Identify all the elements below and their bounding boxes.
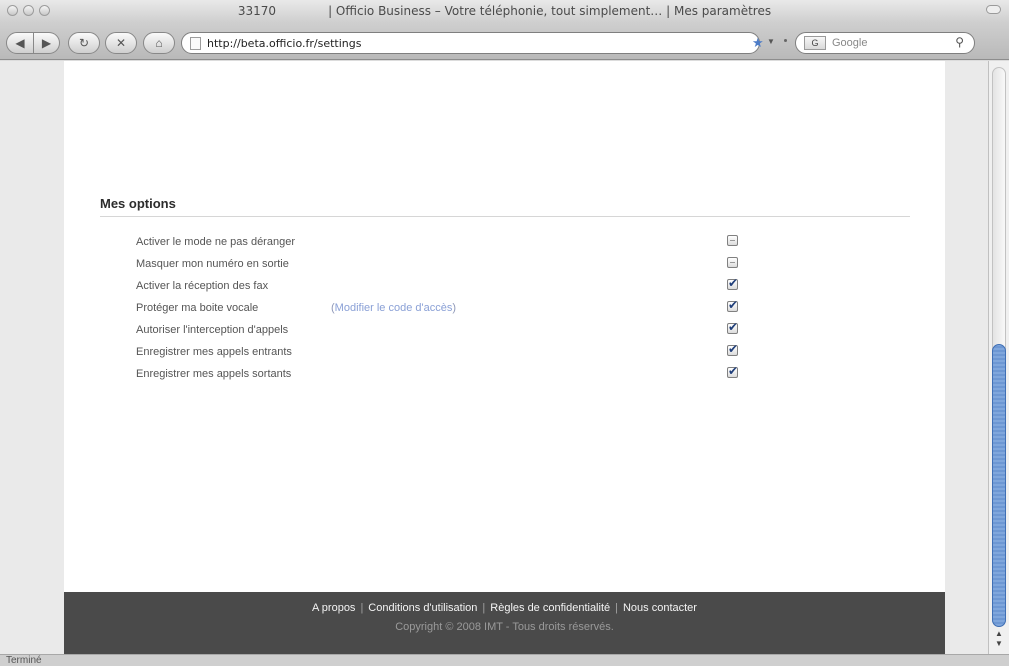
scrollbar-thumb[interactable] (992, 344, 1006, 627)
option-label: Autoriser l'interception d'appels (136, 324, 289, 336)
option-row: Protéger ma boite vocale (Modifier le co… (136, 298, 756, 319)
option-label: Enregistrer mes appels sortants (136, 368, 292, 380)
option-row: Masquer mon numéro en sortie (136, 255, 756, 275)
reload-button[interactable]: ↻ (68, 32, 100, 54)
footer-link-privacy[interactable]: Règles de confidentialité (490, 602, 610, 614)
option-label: Enregistrer mes appels entrants (136, 346, 292, 358)
footer-separator: | (615, 602, 618, 614)
stop-button[interactable]: ✕ (105, 32, 137, 54)
stop-icon: ✕ (115, 36, 127, 50)
address-bar[interactable]: http://beta.officio.fr/settings (181, 32, 760, 54)
scroll-down-arrow-icon[interactable]: ▼ (995, 639, 1003, 648)
window-title: 33170 | Officio Business – Votre téléphon… (0, 4, 1009, 18)
vertical-scrollbar[interactable]: ▲ ▼ (988, 61, 1009, 654)
footer-links: A propos | Conditions d'utilisation | Règles… (64, 602, 945, 614)
separator-dot (784, 39, 787, 42)
scroll-up-arrow-icon[interactable]: ▲ (995, 629, 1003, 638)
chevron-down-icon[interactable]: ▼ (767, 37, 775, 46)
option-checkbox[interactable] (727, 364, 738, 378)
home-icon: ⌂ (155, 36, 163, 50)
back-button[interactable]: ◀ (6, 32, 34, 54)
option-label: Activer le mode ne pas déranger (136, 236, 295, 248)
change-access-code-link[interactable]: Modifier le code d'accès (335, 302, 453, 314)
option-label: Protéger ma boite vocale (136, 302, 259, 314)
option-checkbox[interactable] (727, 276, 738, 290)
browser-window: 33170 | Officio Business – Votre téléphon… (0, 0, 1009, 666)
footer-link-contact[interactable]: Nous contacter (623, 602, 697, 614)
home-button[interactable]: ⌂ (143, 32, 175, 54)
section-divider (100, 216, 910, 217)
option-row: Enregistrer mes appels sortants (136, 364, 756, 385)
option-row: Enregistrer mes appels entrants (136, 342, 756, 363)
bookmark-star-icon[interactable]: ★ (752, 35, 764, 51)
option-row: Activer le mode ne pas déranger (136, 233, 756, 253)
footer-separator: | (360, 602, 364, 614)
status-text: Terminé (6, 655, 42, 666)
window-title-number: 33170 (237, 4, 277, 18)
site-footer: A propos | Conditions d'utilisation | Règles… (64, 592, 945, 654)
magnifier-icon[interactable]: ⚲ (955, 35, 964, 49)
search-engine-icon[interactable]: G (804, 36, 826, 50)
footer-separator: | (482, 602, 486, 614)
forward-button[interactable]: ▶ (34, 32, 60, 54)
browser-toolbar: ◀ ▶ ↻ ✕ ⌂ http://beta.officio.fr/setting… (0, 22, 1009, 60)
option-label: Masquer mon numéro en sortie (136, 258, 289, 270)
back-arrow-icon: ◀ (15, 36, 25, 50)
address-url[interactable]: http://beta.officio.fr/settings (207, 37, 361, 50)
page-viewport: Mes options Activer le mode ne pas déran… (0, 61, 988, 654)
footer-link-terms[interactable]: Conditions d'utilisation (368, 602, 477, 614)
status-bar: Terminé (0, 654, 1009, 666)
option-checkbox[interactable] (727, 257, 738, 268)
page-content: Mes options Activer le mode ne pas déran… (64, 61, 945, 654)
option-checkbox[interactable] (727, 342, 738, 356)
search-input[interactable]: Google (832, 37, 867, 49)
title-bar: 33170 | Officio Business – Votre téléphon… (0, 0, 1009, 22)
option-checkbox[interactable] (727, 298, 738, 312)
footer-link-about[interactable]: A propos (312, 602, 355, 614)
section-title: Mes options (100, 196, 176, 211)
change-access-code-link-wrapper: (Modifier le code d'accès) (331, 302, 457, 314)
search-field[interactable]: G Google ⚲ (795, 32, 975, 54)
page-icon (190, 37, 201, 50)
copyright-text: Copyright © 2008 IMT - Tous droits réser… (395, 621, 614, 633)
reload-icon: ↻ (78, 36, 90, 50)
option-row: Autoriser l'interception d'appels (136, 320, 756, 341)
option-label: Activer la réception des fax (136, 280, 269, 292)
option-row: Activer la réception des fax (136, 276, 756, 297)
forward-arrow-icon: ▶ (41, 36, 52, 50)
option-checkbox[interactable] (727, 235, 738, 246)
toolbar-toggle-button[interactable] (986, 5, 1001, 14)
option-checkbox[interactable] (727, 320, 738, 334)
window-title-text: | Officio Business – Votre téléphonie, t… (328, 4, 772, 18)
